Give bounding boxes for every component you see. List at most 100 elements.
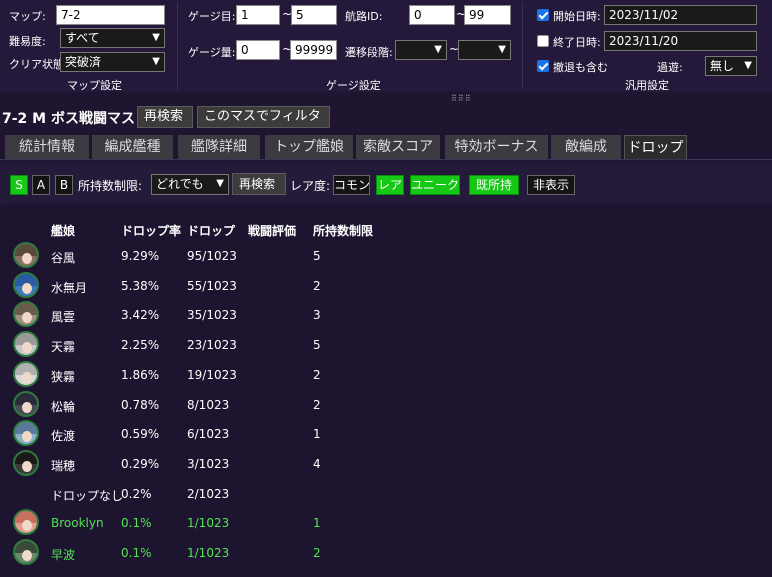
cell-drops: 6/1023 <box>187 427 230 442</box>
column-header: 艦娘 <box>51 224 76 238</box>
tab-2[interactable]: 編成艦種 <box>92 135 173 159</box>
ship-avatar <box>13 331 39 358</box>
cell-limit: 2 <box>313 397 321 412</box>
ship-avatar <box>13 360 39 387</box>
ship-avatar <box>13 242 39 268</box>
difficulty-value: すべて <box>65 31 100 45</box>
difficulty-select[interactable]: すべて ▼ <box>60 28 165 48</box>
include-retreat-checkbox[interactable] <box>537 60 549 72</box>
column-header: 戦闘評価 <box>248 224 297 238</box>
cell-name: 早波 <box>51 548 76 562</box>
cell-name: 天霧 <box>51 340 76 355</box>
overdue-value: 無し <box>710 59 735 73</box>
cell-rate: 0.59% <box>121 427 160 442</box>
cell-rate: 9.29% <box>121 249 160 263</box>
avatar-face <box>22 401 32 413</box>
page-title: 7-2 M ボス戦闘マス <box>2 111 135 127</box>
gauge-amount-to-input[interactable]: 99999 <box>290 40 337 60</box>
research-button[interactable]: 再検索 <box>137 106 193 128</box>
rank-a-toggle[interactable]: A <box>32 175 50 195</box>
avatar-face <box>22 431 32 443</box>
cell-name: 松輪 <box>51 399 76 414</box>
cell-limit: 4 <box>313 456 321 471</box>
tab-8[interactable]: ドロップ <box>624 135 687 159</box>
ship-avatar <box>13 449 39 476</box>
resize-handle-icon[interactable]: ⠿⠿⠿ <box>451 94 472 103</box>
cell-rate: 0.2% <box>121 486 152 501</box>
end-date-input[interactable]: 2023/11/20 <box>604 31 757 51</box>
chevron-down-icon: ▼ <box>434 44 442 55</box>
ship-avatar <box>13 271 39 298</box>
rarity-unique-toggle[interactable]: ユニーク <box>410 175 460 195</box>
cell-drops: 1/1023 <box>187 546 230 560</box>
cell-limit: 2 <box>313 546 321 560</box>
owned-toggle[interactable]: 既所持 <box>469 175 519 195</box>
cell-drops: 35/1023 <box>187 308 237 323</box>
column-header: ドロップ率 <box>121 224 182 238</box>
cell-name: ドロップなし <box>51 488 124 503</box>
cell-rate: 0.78% <box>121 397 160 412</box>
start-date-checkbox[interactable] <box>537 9 549 21</box>
tab-1[interactable]: 統計情報 <box>5 135 89 159</box>
map-input[interactable]: 7-2 <box>56 5 165 25</box>
cell-drops: 1/1023 <box>187 516 230 531</box>
avatar-face <box>22 342 32 354</box>
general-section-title: 汎用設定 <box>625 79 669 92</box>
clear-state-select[interactable]: 突破済 ▼ <box>60 52 165 72</box>
cell-name: 水無月 <box>51 280 88 295</box>
chevron-down-icon: ▼ <box>744 60 752 71</box>
gauge-number-to-input[interactable]: 5 <box>291 5 337 25</box>
rarity-common-toggle[interactable]: コモン <box>333 175 370 195</box>
difficulty-label: 難易度: <box>9 35 46 48</box>
cell-name: 狭霧 <box>51 369 76 384</box>
gauge-number-label: ゲージ目: <box>188 10 236 23</box>
start-date-label: 開始日時: <box>553 10 601 23</box>
cell-rate: 0.1% <box>121 516 152 531</box>
ship-avatar <box>13 539 39 565</box>
drop-research-button[interactable]: 再検索 <box>232 173 286 195</box>
limit-select[interactable]: どれでも ▼ <box>151 174 229 195</box>
cell-limit: 3 <box>313 308 321 323</box>
cell-rate: 5.38% <box>121 278 160 293</box>
cell-limit: 1 <box>313 427 321 442</box>
transition-from-select[interactable]: ▼ <box>395 40 447 60</box>
tab-3[interactable]: 艦隊詳細 <box>178 135 260 159</box>
hide-toggle[interactable]: 非表示 <box>527 175 575 195</box>
rarity-rare-toggle[interactable]: レア <box>376 175 404 195</box>
cell-name: 瑞穂 <box>51 458 76 473</box>
avatar-face <box>22 312 32 324</box>
cell-name: Brooklyn <box>51 516 104 531</box>
route-id-from-input[interactable]: 0 <box>409 5 455 25</box>
cell-limit: 1 <box>313 516 321 531</box>
end-date-checkbox[interactable] <box>537 35 549 47</box>
overdue-select[interactable]: 無し ▼ <box>705 56 757 76</box>
avatar-face <box>22 253 32 264</box>
avatar-face <box>22 550 32 561</box>
cell-drops: 2/1023 <box>187 486 230 501</box>
route-id-to-input[interactable]: 99 <box>464 5 511 25</box>
tab-6[interactable]: 特効ボーナス <box>445 135 548 159</box>
rarity-label: レア度: <box>290 179 331 193</box>
gauge-section-title: ゲージ設定 <box>326 79 381 92</box>
transition-to-select[interactable]: ▼ <box>458 40 511 60</box>
avatar-face <box>22 371 32 383</box>
tab-5[interactable]: 索敵スコア <box>356 135 440 159</box>
gauge-number-from-input[interactable]: 1 <box>236 5 280 25</box>
cell-rate: 2.25% <box>121 338 160 353</box>
cell-limit: 5 <box>313 249 321 263</box>
gauge-amount-from-input[interactable]: 0 <box>236 40 280 60</box>
route-id-label: 航路ID: <box>345 10 383 23</box>
tab-4[interactable]: トップ艦娘 <box>265 135 353 159</box>
overdue-label: 過遊: <box>657 61 683 74</box>
rank-b-toggle[interactable]: B <box>55 175 73 195</box>
start-date-input[interactable]: 2023/11/02 <box>604 5 757 25</box>
cell-drops: 19/1023 <box>187 367 237 382</box>
clear-state-value: 突破済 <box>65 55 102 69</box>
clear-state-label: クリア状態: <box>9 58 68 71</box>
cell-drops: 8/1023 <box>187 397 230 412</box>
rank-s-toggle[interactable]: S <box>10 175 28 195</box>
filter-this-cell-button[interactable]: このマスでフィルタ <box>197 106 330 128</box>
ship-avatar <box>13 390 39 417</box>
cell-drops: 3/1023 <box>187 456 230 471</box>
tab-7[interactable]: 敵編成 <box>551 135 621 159</box>
